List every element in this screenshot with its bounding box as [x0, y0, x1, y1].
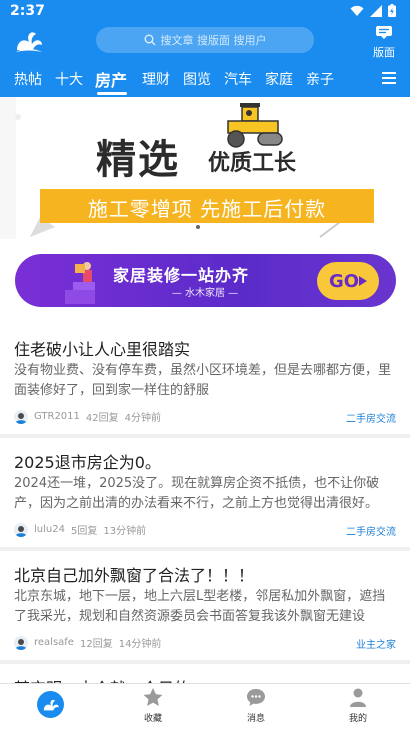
post-title[interactable]: 北京自己加外飘窗了合法了！！！: [14, 562, 254, 586]
tab-family[interactable]: 家庭: [265, 69, 293, 89]
promo-title: 家居装修一站办齐: [113, 266, 250, 285]
promo-banner[interactable]: 家居装修一站办齐 — 水木家居 — GO: [15, 254, 396, 307]
tab-parenting[interactable]: 亲子: [306, 69, 334, 89]
post-forum-link[interactable]: 二手房交流: [346, 410, 396, 425]
promo-go-button[interactable]: GO: [317, 262, 379, 300]
signal-icon: [370, 4, 382, 17]
banner-strip-text: 施工零增项 先施工后付款: [87, 197, 327, 221]
board-button[interactable]: 版面: [372, 25, 396, 60]
battery-icon: [388, 4, 396, 17]
carousel-dot-active: [196, 225, 200, 229]
post-time: 13分钟前: [103, 526, 147, 537]
post-author[interactable]: lulu24: [34, 524, 65, 535]
promo-section: 家居装修一站办齐 — 水木家居 — GO: [0, 239, 410, 325]
post-card[interactable]: 住老破小让人心里很踏实 没有物业费、没有停车费，虽然小区环境差，但是去哪都方便，…: [0, 325, 410, 434]
post-replies: 42回复: [85, 413, 119, 424]
banner-title: 精选: [96, 137, 180, 183]
post-author[interactable]: GTR2011: [34, 411, 80, 422]
nav-label: 我的: [348, 714, 367, 724]
avatar[interactable]: [14, 522, 28, 537]
nav-label: 消息: [246, 714, 265, 724]
home-logo-icon: [43, 699, 59, 710]
status-bar: 2:37: [0, 0, 410, 24]
post-time: 14分钟前: [118, 639, 162, 650]
category-tabs: 热帖 十大 房产 理财 图览 汽车 家庭 亲子: [0, 64, 410, 96]
play-arrow-icon: [359, 276, 368, 286]
nav-favorites[interactable]: 收藏: [123, 688, 183, 724]
post-excerpt: 北京东城，地下一层，地上六层L型老楼，邻居私加外飘窗，遮挡了我采光，规划和自然资…: [14, 589, 386, 624]
post-excerpt: 2024还一堆，2025没了。现在就算房企资不抵债，也不让你破产，因为之前出清的…: [14, 476, 380, 511]
promo-go-label: GO: [328, 270, 360, 292]
post-excerpt: 没有物业费、没有停车费，虽然小区环境差，但是去哪都方便，里面装修好了，回到家一样…: [14, 363, 392, 398]
status-time: 2:37: [10, 3, 45, 19]
search-bar[interactable]: 搜文章 搜版面 搜用户: [96, 27, 314, 53]
avatar[interactable]: [14, 635, 28, 650]
app-logo-icon[interactable]: [14, 28, 44, 54]
banner-strip: 施工零增项 先施工后付款: [40, 189, 374, 223]
user-avatar-icon: [15, 412, 27, 424]
tab-finance[interactable]: 理财: [142, 69, 170, 89]
bottom-nav: 收藏 消息 我的: [0, 683, 410, 729]
post-time: 4分钟前: [124, 413, 162, 424]
post-meta: realsafe 12回复 14分钟前: [14, 635, 161, 650]
tab-top10[interactable]: 十大: [55, 69, 83, 89]
board-icon: [376, 26, 392, 39]
ad-banner[interactable]: 精选 优质工长 施工零增项 先施工后付款: [0, 97, 410, 239]
tab-gallery[interactable]: 图览: [183, 69, 211, 89]
post-replies: 5回复: [70, 526, 98, 537]
post-replies: 12回复: [79, 639, 113, 650]
post-meta: GTR2011 42回复 4分钟前: [14, 409, 161, 424]
delivery-figure-icon: [65, 262, 95, 304]
user-avatar-icon: [15, 638, 27, 650]
post-title[interactable]: 2025退市房企为0。: [14, 449, 161, 473]
tab-realestate[interactable]: 房产: [95, 67, 127, 91]
search-placeholder: 搜文章 搜版面 搜用户: [160, 34, 267, 47]
avatar[interactable]: [14, 409, 28, 424]
wifi-icon: [350, 5, 364, 16]
status-icons: [350, 4, 396, 17]
nav-profile[interactable]: 我的: [328, 688, 388, 724]
tab-hot[interactable]: 热帖: [14, 69, 42, 89]
search-icon: [144, 34, 155, 46]
road-roller-icon: [227, 103, 283, 148]
promo-subtitle: — 水木家居 —: [171, 288, 239, 299]
post-title[interactable]: 住老破小让人心里很踏实: [14, 336, 190, 360]
tab-auto[interactable]: 汽车: [224, 69, 252, 89]
post-card[interactable]: 2025退市房企为0。 2024还一堆，2025没了。现在就算房企资不抵债，也不…: [0, 438, 410, 547]
star-icon: [143, 688, 163, 706]
post-author[interactable]: realsafe: [34, 637, 74, 648]
chat-icon: [247, 689, 265, 706]
profile-icon: [350, 688, 366, 707]
post-meta: lulu24 5回复 13分钟前: [14, 522, 146, 537]
user-avatar-icon: [15, 525, 27, 537]
post-forum-link[interactable]: 二手房交流: [346, 523, 396, 538]
active-tab-indicator: [97, 92, 127, 95]
app-header: 2:37 搜文章 搜版面 搜用户 版面 热帖 十大 房产 理财 图览 汽车 家庭…: [0, 0, 410, 97]
menu-icon[interactable]: [382, 71, 396, 85]
post-card[interactable]: 北京自己加外飘窗了合法了！！！ 北京东城，地下一层，地上六层L型老楼，邻居私加外…: [0, 551, 410, 660]
nav-home[interactable]: [37, 691, 64, 718]
nav-label: 收藏: [143, 714, 162, 724]
banner-subtitle: 优质工长: [208, 151, 297, 176]
top-bar: 搜文章 搜版面 搜用户 版面: [0, 24, 410, 62]
nav-messages[interactable]: 消息: [226, 688, 286, 724]
board-label: 版面: [373, 46, 395, 59]
carousel-dots: [196, 225, 200, 229]
post-forum-link[interactable]: 业主之家: [356, 636, 396, 651]
